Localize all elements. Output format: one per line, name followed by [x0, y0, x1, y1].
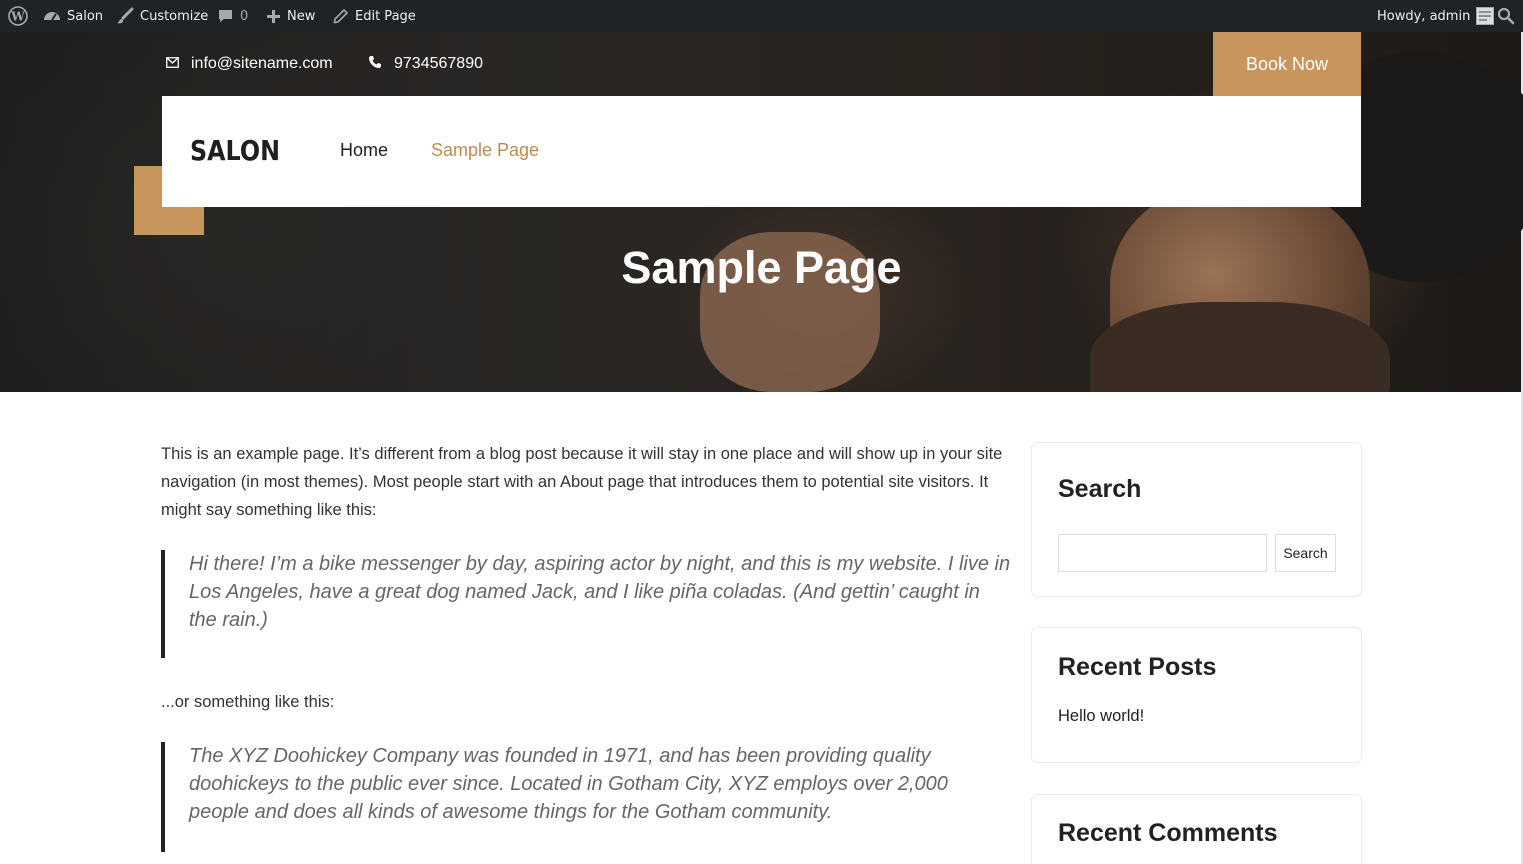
admin-new-link[interactable]: New	[266, 0, 315, 32]
recent-comments-title: Recent Comments	[1058, 819, 1278, 847]
admin-customize-link[interactable]: Customize	[116, 0, 208, 32]
book-now-button[interactable]: Book Now	[1213, 32, 1361, 96]
admin-howdy-label: Howdy, admin	[1377, 8, 1471, 24]
admin-comments-link[interactable]: 0	[217, 0, 248, 32]
header-email-text: info@sitename.com	[191, 55, 333, 72]
avatar	[1476, 7, 1495, 25]
admin-comments-count: 0	[240, 8, 249, 24]
admin-site-name: Salon	[67, 8, 104, 24]
search-widget-title: Search	[1058, 475, 1142, 503]
admin-bar: W Salon Customize 0 New Edit Page Howdy,…	[0, 0, 1523, 32]
wordpress-logo-icon[interactable]: W	[8, 0, 28, 32]
plus-icon	[266, 9, 281, 24]
blockquote-1: Hi there! I’m a bike messenger by day, a…	[161, 550, 1011, 658]
hero-beard-shape	[1090, 302, 1390, 392]
pencil-icon	[333, 8, 349, 24]
nav-item-home[interactable]: Home	[340, 140, 388, 161]
page-title: Sample Page	[621, 242, 902, 293]
recent-posts-widget: Recent Posts Hello world!	[1031, 627, 1362, 763]
intro-paragraph: This is an example page. It’s different …	[161, 445, 1003, 519]
recent-post-link[interactable]: Hello world!	[1058, 707, 1144, 726]
main-navigation: SALON Home Sample Page	[162, 96, 1361, 207]
admin-new-label: New	[287, 8, 316, 24]
nav-item-sample-page[interactable]: Sample Page	[431, 140, 539, 161]
header-phone[interactable]: 9734567890	[368, 32, 483, 96]
page-content: This is an example page. It’s different …	[161, 440, 1011, 852]
middle-paragraph: ...or something like this:	[161, 693, 335, 711]
search-widget: Search Search	[1031, 442, 1362, 597]
site-logo[interactable]: SALON	[190, 134, 280, 167]
recent-posts-title: Recent Posts	[1058, 653, 1217, 681]
phone-icon	[368, 55, 382, 74]
header-phone-text: 9734567890	[394, 55, 483, 72]
admin-site-link[interactable]: Salon	[43, 0, 103, 32]
search-button[interactable]: Search	[1275, 534, 1336, 572]
admin-search-icon[interactable]	[1497, 0, 1515, 32]
envelope-icon	[166, 55, 179, 73]
admin-account-menu[interactable]: Howdy, admin	[1377, 0, 1495, 32]
admin-edit-page-link[interactable]: Edit Page	[333, 0, 416, 32]
paintbrush-icon	[116, 7, 134, 25]
blockquote-2: The XYZ Doohickey Company was founded in…	[161, 742, 1011, 852]
dashboard-icon	[43, 8, 61, 24]
comment-bubble-icon	[217, 8, 234, 24]
recent-comments-widget: Recent Comments	[1031, 794, 1362, 864]
admin-edit-page-label: Edit Page	[355, 8, 416, 24]
search-input[interactable]	[1058, 534, 1267, 572]
svg-text:W: W	[10, 10, 25, 24]
header-email[interactable]: info@sitename.com	[166, 32, 333, 96]
admin-customize-label: Customize	[140, 8, 209, 24]
